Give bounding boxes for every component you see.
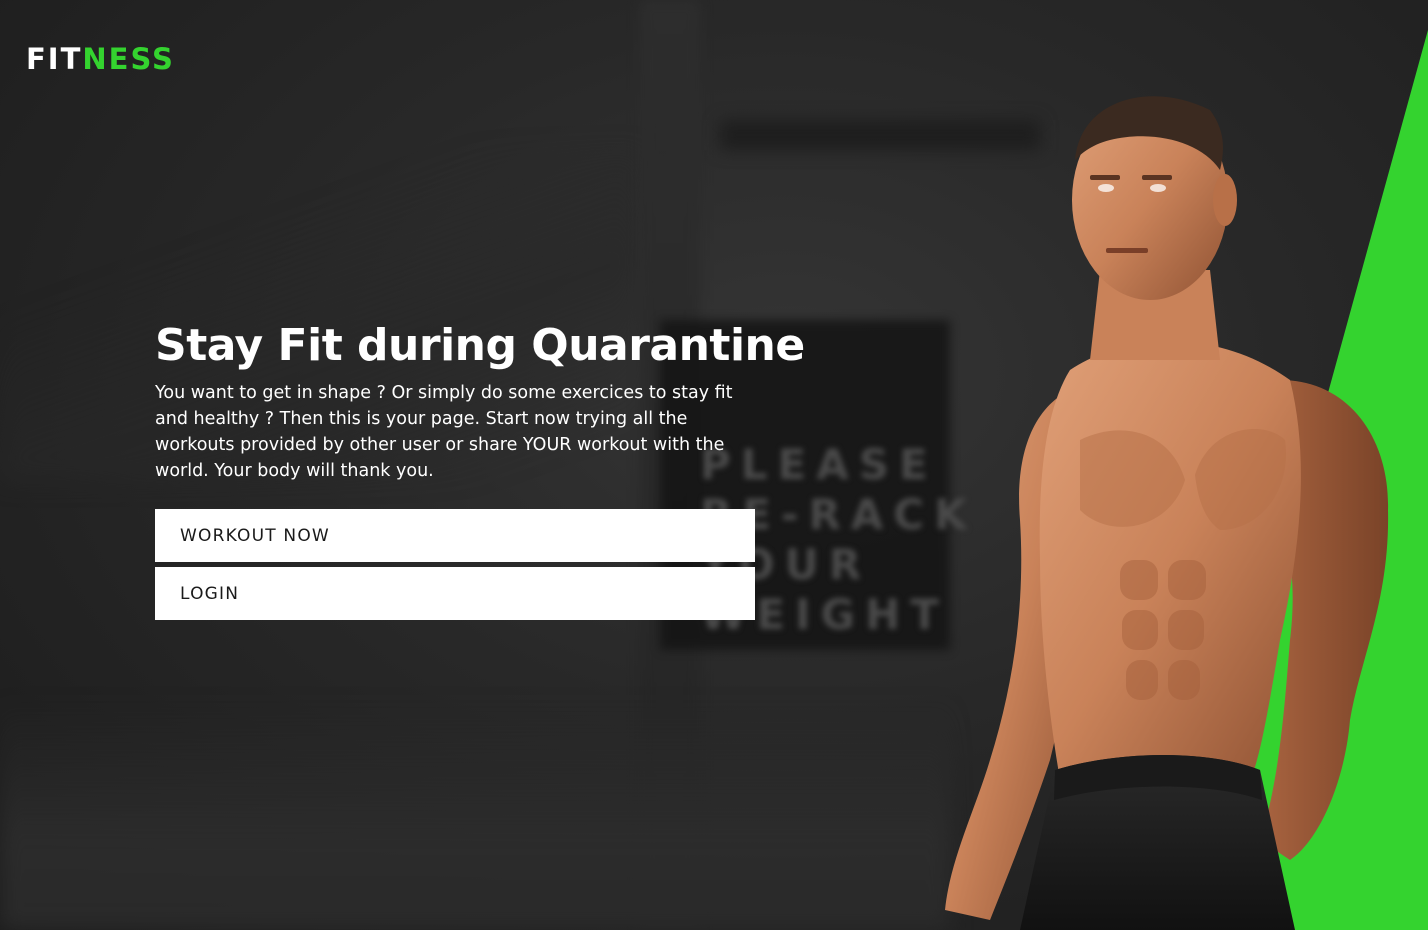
logo-text-ness: NESS xyxy=(82,42,175,76)
logo-text-fit: FIT xyxy=(26,42,83,76)
login-button[interactable]: LOGIN xyxy=(155,567,755,620)
workout-now-button[interactable]: WORKOUT NOW xyxy=(155,509,755,562)
background-bench xyxy=(0,700,950,930)
site-logo[interactable]: FITNESS xyxy=(26,42,175,76)
hero-section: Stay Fit during Quarantine You want to g… xyxy=(155,318,805,620)
landing-page: PLEASE RE-RACK YOUR WEIGHT FITNESS Stay … xyxy=(0,0,1428,930)
hero-title: Stay Fit during Quarantine xyxy=(155,320,805,371)
hero-description: You want to get in shape ? Or simply do … xyxy=(155,383,733,481)
athlete-image xyxy=(945,96,1389,930)
